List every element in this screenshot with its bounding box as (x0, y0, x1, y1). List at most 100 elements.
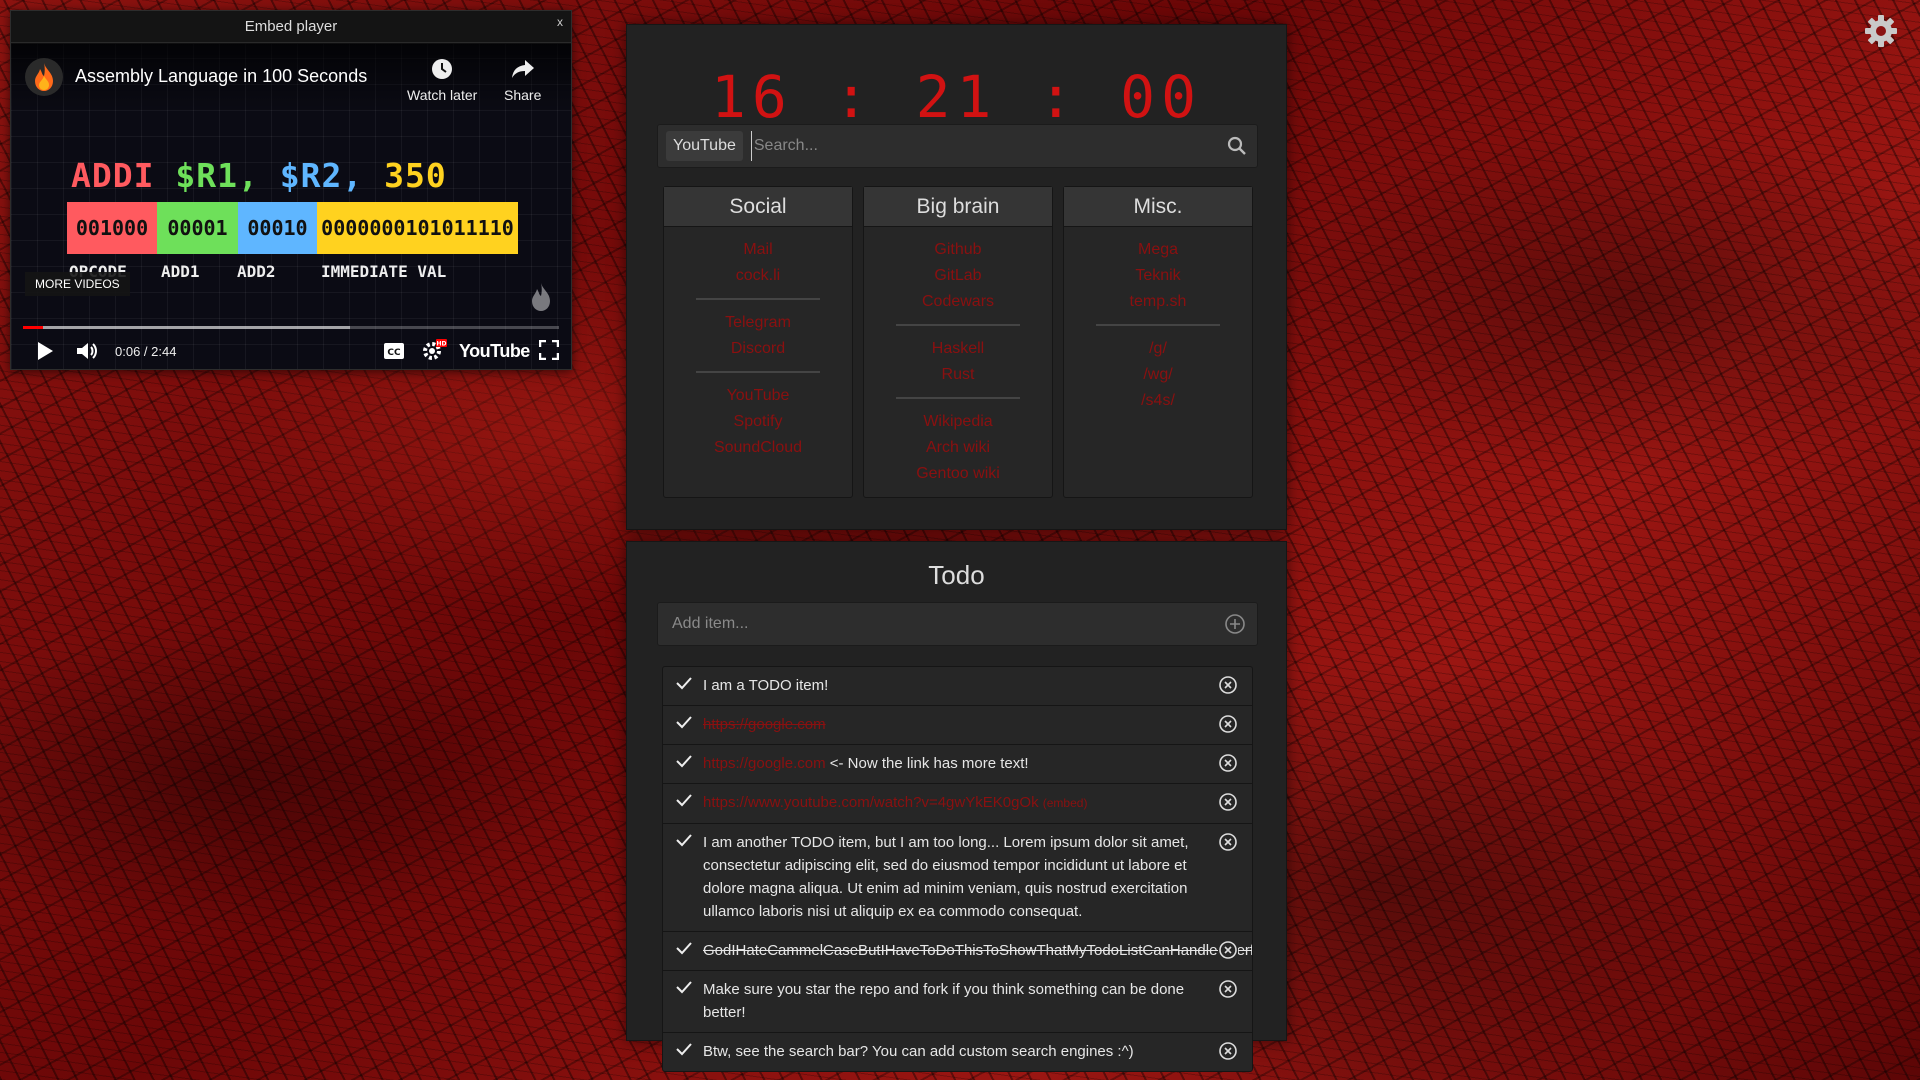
todo-check-button[interactable] (675, 713, 693, 738)
link-spotify[interactable]: Spotify (664, 409, 852, 435)
search-engine-selector[interactable]: YouTube (666, 131, 743, 161)
link-gitlab[interactable]: GitLab (864, 263, 1052, 289)
todo-delete-button[interactable] (1218, 675, 1238, 702)
todo-add-input[interactable] (672, 609, 1213, 639)
channel-avatar[interactable] (25, 58, 63, 96)
todo-add-button[interactable] (1213, 602, 1257, 646)
todo-link[interactable]: https://google.com (703, 716, 826, 733)
link-column-misc: Misc. Mega Teknik temp.sh /g/ /wg/ /s4s/ (1063, 186, 1253, 498)
link-youtube[interactable]: YouTube (664, 383, 852, 409)
progress-buffered (23, 326, 350, 329)
embed-titlebar[interactable]: Embed player x (11, 11, 571, 43)
gear-hd-icon: HD (423, 339, 447, 360)
link-cockli[interactable]: cock.li (664, 263, 852, 289)
link-group: Wikipedia Arch wiki Gentoo wiki (864, 399, 1052, 487)
link-discord[interactable]: Discord (664, 336, 852, 362)
youtube-logo-link[interactable]: YouTube (459, 341, 530, 362)
todo-item-done: https://google.com (663, 706, 1252, 745)
todo-delete-button[interactable] (1218, 1041, 1238, 1068)
search-input[interactable] (750, 131, 1217, 161)
clock: 16 : 21 : 00 (710, 63, 1203, 131)
link-group: Haskell Rust (864, 326, 1052, 399)
watch-later-button[interactable]: Watch later (407, 58, 477, 103)
todo-delete-button[interactable] (1218, 832, 1238, 859)
todo-link[interactable]: https://www.youtube.com/watch?v=4gwYkEK0… (703, 794, 1039, 811)
share-button[interactable]: Share (504, 58, 541, 103)
video-area[interactable]: Assembly Language in 100 Seconds Watch l… (11, 44, 571, 369)
todo-text: I am a TODO item! (703, 677, 829, 694)
asm-box-immediate: 0000000101011110 (317, 202, 518, 254)
settings-hd-button[interactable]: HD (421, 338, 447, 366)
asm-immediate: 350 (384, 156, 447, 195)
asm-box-opcode: 001000 (67, 202, 157, 254)
link-s4s-board[interactable]: /s4s/ (1064, 388, 1252, 414)
link-g-board[interactable]: /g/ (1064, 336, 1252, 362)
embed-close-button[interactable]: x (557, 15, 563, 29)
link-teknik[interactable]: Teknik (1064, 263, 1252, 289)
embed-player-window: Embed player x Assembly Language in 100 … (10, 10, 572, 370)
todo-title: Todo (928, 560, 985, 590)
link-wikipedia[interactable]: Wikipedia (864, 409, 1052, 435)
todo-check-button[interactable] (675, 674, 693, 699)
link-telegram[interactable]: Telegram (664, 310, 852, 336)
embed-window-title: Embed player (244, 18, 338, 35)
video-controls: 0:06 / 2:44 CC HD YouTube (11, 334, 571, 369)
todo-item: Btw, see the search bar? You can add cus… (663, 1033, 1252, 1071)
video-title[interactable]: Assembly Language in 100 Seconds (75, 66, 367, 87)
video-progress-bar[interactable] (23, 326, 559, 329)
todo-delete-button[interactable] (1218, 979, 1238, 1006)
link-column-title: Social (664, 187, 852, 227)
volume-button[interactable] (75, 340, 99, 366)
todo-link[interactable]: https://google.com (703, 755, 826, 772)
todo-panel: Todo I am a TODO item! https://google.co… (626, 541, 1287, 1072)
asm-reg2: $R2, (279, 156, 364, 195)
todo-embed-tag[interactable]: (embed) (1043, 796, 1088, 810)
link-wg-board[interactable]: /wg/ (1064, 362, 1252, 388)
todo-check-button[interactable] (675, 939, 693, 964)
todo-check-button[interactable] (675, 752, 693, 777)
link-gentoo-wiki[interactable]: Gentoo wiki (864, 461, 1052, 487)
search-bar: YouTube (657, 124, 1258, 168)
link-temp-sh[interactable]: temp.sh (1064, 289, 1252, 315)
settings-button[interactable] (1864, 14, 1898, 52)
link-mega[interactable]: Mega (1064, 237, 1252, 263)
todo-check-button[interactable] (675, 791, 693, 816)
todo-item: I am another TODO item, but I am too lon… (663, 824, 1252, 932)
share-label: Share (504, 87, 542, 103)
link-rust[interactable]: Rust (864, 362, 1052, 388)
link-group: Telegram Discord (664, 300, 852, 373)
progress-played (23, 326, 43, 329)
gear-icon (1865, 15, 1897, 47)
close-circle-icon (1219, 793, 1237, 811)
channel-watermark[interactable] (527, 282, 555, 316)
captions-button[interactable]: CC (383, 342, 405, 364)
todo-delete-button[interactable] (1218, 714, 1238, 741)
link-mail[interactable]: Mail (664, 237, 852, 263)
play-button[interactable] (35, 340, 55, 366)
todo-check-button[interactable] (675, 978, 693, 1003)
search-icon (1227, 136, 1246, 155)
todo-item: I am a TODO item! (663, 667, 1252, 706)
link-soundcloud[interactable]: SoundCloud (664, 435, 852, 461)
search-button[interactable] (1217, 126, 1257, 166)
todo-check-button[interactable] (675, 1040, 693, 1065)
todo-delete-button[interactable] (1218, 753, 1238, 780)
link-codewars[interactable]: Codewars (864, 289, 1052, 315)
link-arch-wiki[interactable]: Arch wiki (864, 435, 1052, 461)
todo-delete-button[interactable] (1218, 792, 1238, 819)
fire-icon (35, 63, 53, 91)
todo-delete-button[interactable] (1218, 940, 1238, 967)
link-group: Github GitLab Codewars (864, 227, 1052, 326)
more-videos-button[interactable]: MORE VIDEOS (25, 272, 130, 296)
link-group: YouTube Spotify SoundCloud (664, 373, 852, 461)
link-haskell[interactable]: Haskell (864, 336, 1052, 362)
close-circle-icon (1219, 980, 1237, 998)
todo-list: I am a TODO item! https://google.com htt… (662, 666, 1253, 1072)
fullscreen-button[interactable] (538, 339, 560, 364)
link-github[interactable]: Github (864, 237, 1052, 263)
todo-check-button[interactable] (675, 831, 693, 856)
video-header: Assembly Language in 100 Seconds Watch l… (11, 44, 571, 114)
todo-text: <- Now the link has more text! (825, 755, 1029, 772)
todo-text: I am another TODO item, but I am too lon… (703, 834, 1189, 920)
share-arrow-icon (511, 60, 534, 78)
